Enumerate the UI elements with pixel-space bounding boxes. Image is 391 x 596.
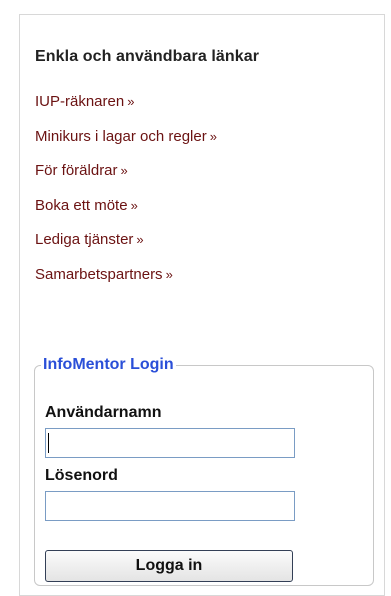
- list-item: För föräldrar»: [35, 161, 217, 196]
- raquo-icon: »: [120, 163, 128, 178]
- links-heading: Enkla och användbara länkar: [35, 48, 260, 65]
- link-label: Minikurs i lagar och regler: [35, 127, 207, 145]
- link-label: Samarbetspartners: [35, 265, 163, 283]
- username-field[interactable]: [45, 428, 295, 458]
- link-boka-mote[interactable]: Boka ett möte»: [35, 197, 138, 214]
- link-label: Lediga tjänster: [35, 231, 134, 248]
- raquo-icon: »: [130, 197, 138, 213]
- link-lediga-tjanster[interactable]: Lediga tjänster»: [35, 231, 144, 248]
- login-form: InfoMentor Login Användarnamn Lösenord L…: [34, 356, 374, 586]
- password-label: Lösenord: [45, 467, 118, 484]
- link-iup-raknaren[interactable]: IUP-räknaren»: [35, 93, 134, 110]
- link-label: Boka ett möte: [35, 196, 128, 214]
- link-minikurs[interactable]: Minikurs i lagar och regler»: [35, 128, 217, 145]
- sidebar-panel: Enkla och användbara länkar IUP-räknaren…: [19, 14, 385, 596]
- list-item: Lediga tjänster»: [35, 230, 217, 265]
- raquo-icon: »: [127, 94, 135, 109]
- link-label: IUP-räknaren: [35, 93, 125, 110]
- raquo-icon: »: [136, 232, 144, 247]
- list-item: Boka ett möte»: [35, 196, 217, 231]
- link-label: För föräldrar: [35, 162, 118, 179]
- login-title: InfoMentor Login: [43, 356, 174, 373]
- text-caret: [48, 433, 49, 453]
- list-item: Minikurs i lagar och regler»: [35, 127, 217, 162]
- links-list: IUP-räknaren» Minikurs i lagar och regle…: [35, 92, 217, 299]
- link-for-foraldrar[interactable]: För föräldrar»: [35, 162, 128, 179]
- username-label: Användarnamn: [45, 404, 162, 421]
- login-button[interactable]: Logga in: [45, 550, 293, 582]
- list-item: Samarbetspartners»: [35, 265, 217, 300]
- password-field[interactable]: [45, 491, 295, 521]
- raquo-icon: »: [165, 266, 173, 282]
- list-item: IUP-räknaren»: [35, 92, 217, 127]
- raquo-icon: »: [209, 128, 217, 144]
- link-samarbetspartners[interactable]: Samarbetspartners»: [35, 266, 173, 283]
